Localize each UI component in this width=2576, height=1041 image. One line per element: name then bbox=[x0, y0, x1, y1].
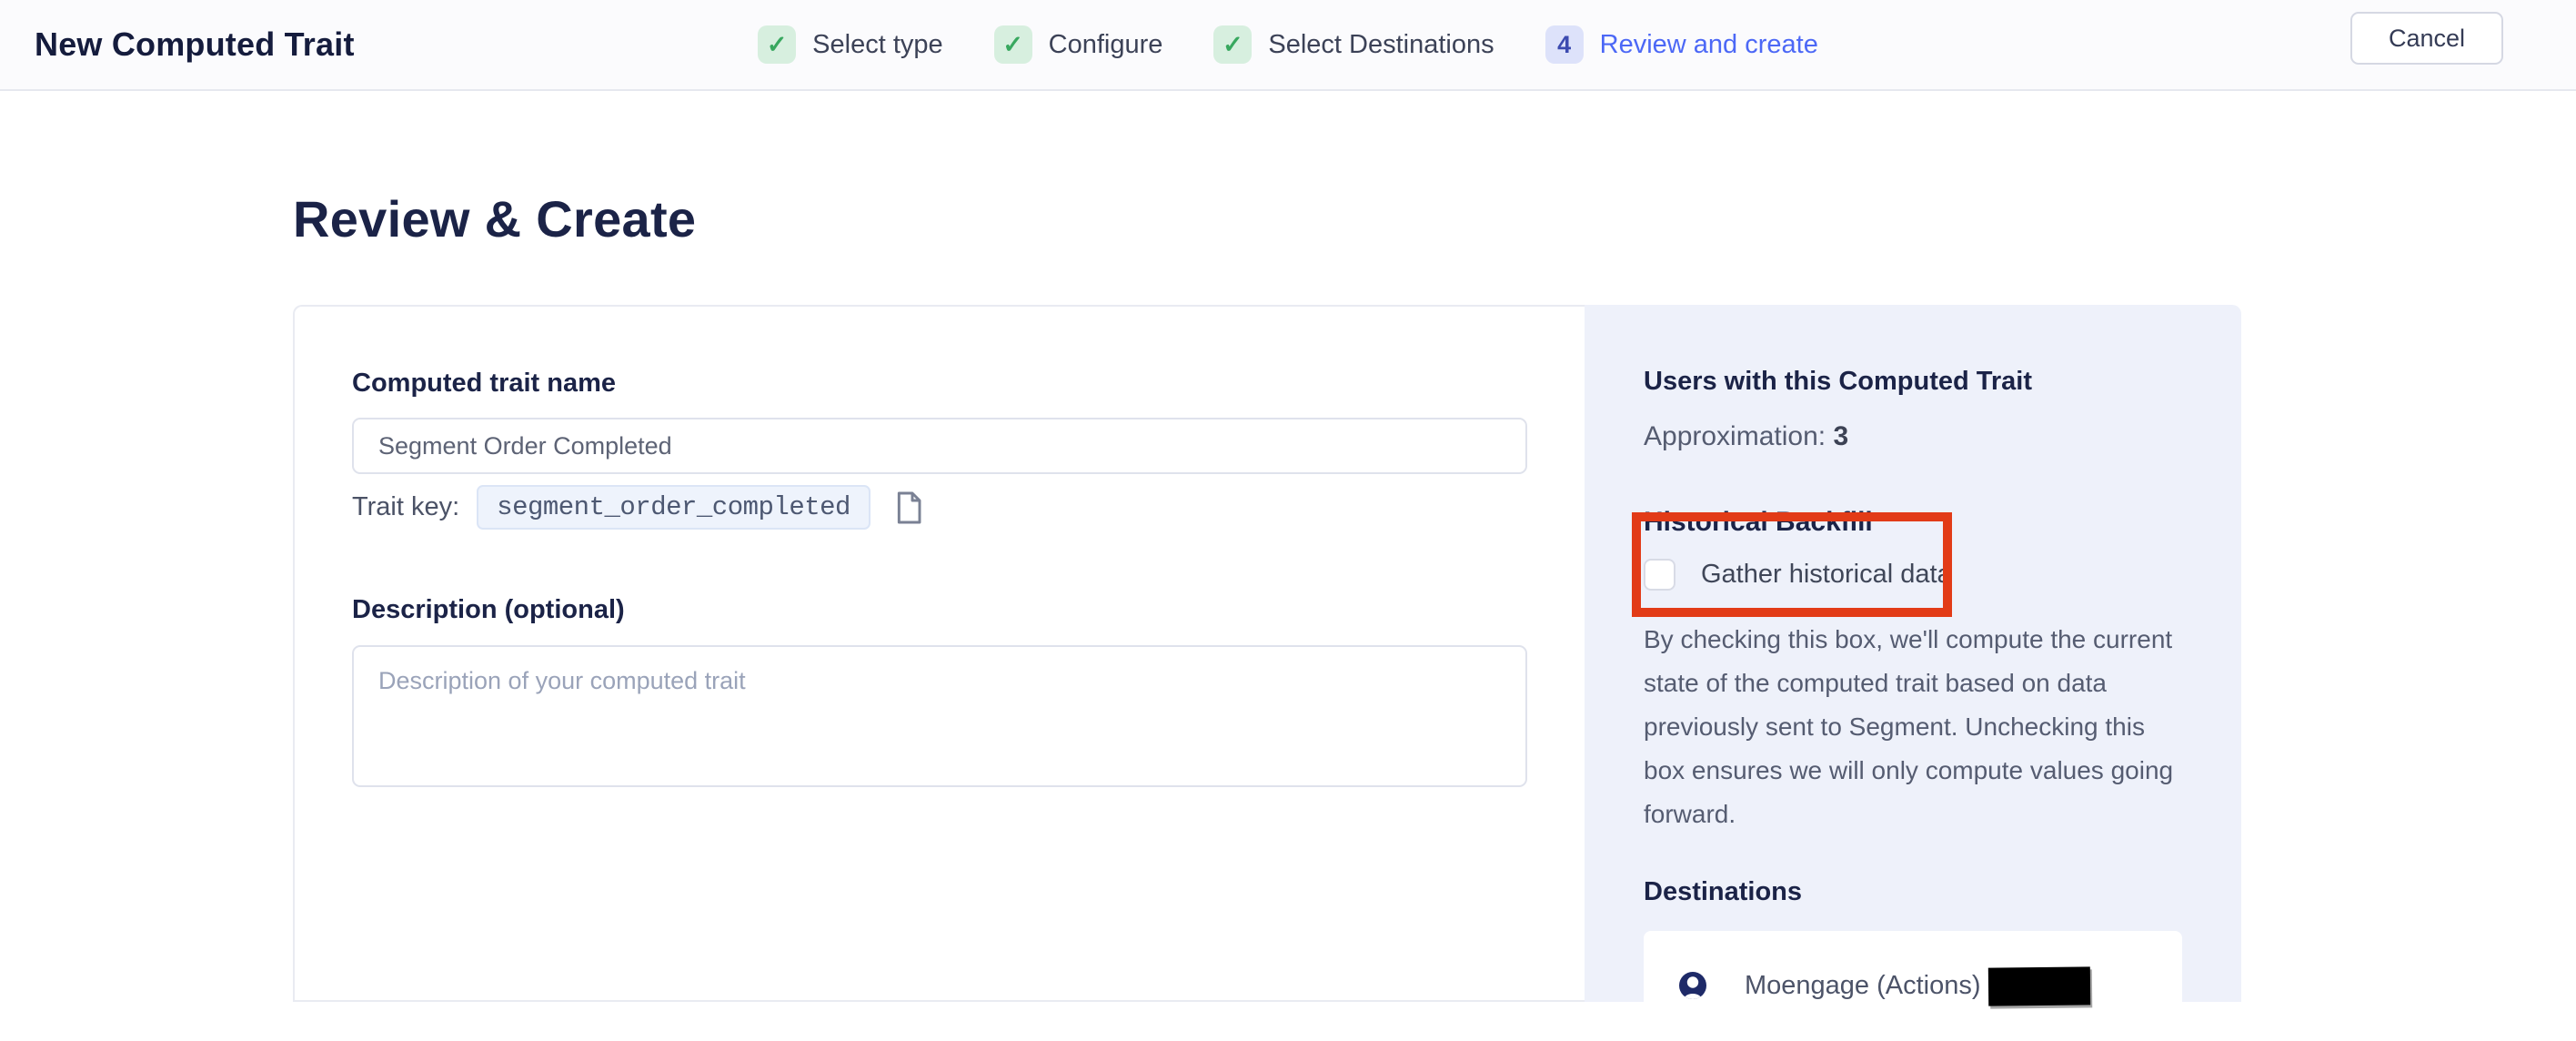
step-select-destinations[interactable]: ✓ Select Destinations bbox=[1213, 25, 1494, 64]
destinations-heading: Destinations bbox=[1644, 877, 2187, 907]
step-number-badge: 4 bbox=[1545, 25, 1584, 64]
summary-panel: Users with this Computed Trait Approxima… bbox=[1585, 305, 2241, 1002]
historical-backfill-heading: Historical Backfill bbox=[1644, 507, 2187, 538]
step-configure[interactable]: ✓ Configure bbox=[994, 25, 1163, 64]
step-label: Review and create bbox=[1600, 30, 1818, 60]
window-title: New Computed Trait bbox=[35, 25, 355, 64]
page-title: Review & Create bbox=[293, 189, 2576, 248]
description-block: Description (optional) bbox=[352, 595, 1526, 792]
approximation-value: 3 bbox=[1833, 421, 1848, 451]
trait-key-value: segment_order_completed bbox=[477, 485, 870, 530]
trait-details-card: Computed trait name Trait key: segment_o… bbox=[293, 305, 1585, 1002]
checkbox-label[interactable]: Gather historical data bbox=[1701, 560, 1952, 590]
wizard-steps: ✓ Select type ✓ Configure ✓ Select Desti… bbox=[758, 25, 1818, 64]
step-select-type[interactable]: ✓ Select type bbox=[758, 25, 942, 64]
main-content: Review & Create Computed trait name Trai… bbox=[0, 189, 2576, 1002]
trait-key-label: Trait key: bbox=[352, 492, 459, 522]
cancel-button[interactable]: Cancel bbox=[2350, 12, 2503, 65]
copy-icon[interactable] bbox=[894, 490, 923, 525]
destinations-block: Destinations bbox=[1644, 877, 2187, 1041]
description-textarea[interactable] bbox=[352, 645, 1527, 787]
top-bar: New Computed Trait ✓ Select type ✓ Confi… bbox=[0, 0, 2576, 91]
computed-trait-name-label: Computed trait name bbox=[352, 369, 1526, 399]
description-label: Description (optional) bbox=[352, 595, 1526, 625]
trait-key-row: Trait key: segment_order_completed bbox=[352, 485, 1526, 530]
gather-historical-data-row: Gather historical data bbox=[1644, 559, 2187, 591]
step-review-and-create[interactable]: 4 Review and create bbox=[1545, 25, 1818, 64]
destination-card: Moengage (Actions) bbox=[1644, 931, 2182, 1041]
moengage-logo-icon bbox=[1677, 968, 1708, 1005]
review-panels: Computed trait name Trait key: segment_o… bbox=[293, 305, 2241, 1002]
gather-historical-data-checkbox[interactable] bbox=[1644, 559, 1675, 591]
redacted-text-box bbox=[1987, 966, 2089, 1006]
step-label: Configure bbox=[1049, 30, 1163, 60]
backfill-help-text: By checking this box, we'll compute the … bbox=[1644, 618, 2189, 836]
approximation-label: Approximation: bbox=[1644, 421, 1826, 451]
trait-name-input[interactable] bbox=[352, 418, 1527, 474]
check-icon: ✓ bbox=[994, 25, 1032, 64]
check-icon: ✓ bbox=[1213, 25, 1252, 64]
app-window: New Computed Trait ✓ Select type ✓ Confi… bbox=[0, 0, 2576, 997]
approximation-text: Approximation: 3 bbox=[1644, 421, 2187, 452]
step-label: Select Destinations bbox=[1268, 30, 1494, 60]
step-label: Select type bbox=[812, 30, 942, 60]
check-icon: ✓ bbox=[758, 25, 796, 64]
users-heading: Users with this Computed Trait bbox=[1644, 367, 2187, 397]
destination-name: Moengage (Actions) bbox=[1745, 971, 1981, 1001]
